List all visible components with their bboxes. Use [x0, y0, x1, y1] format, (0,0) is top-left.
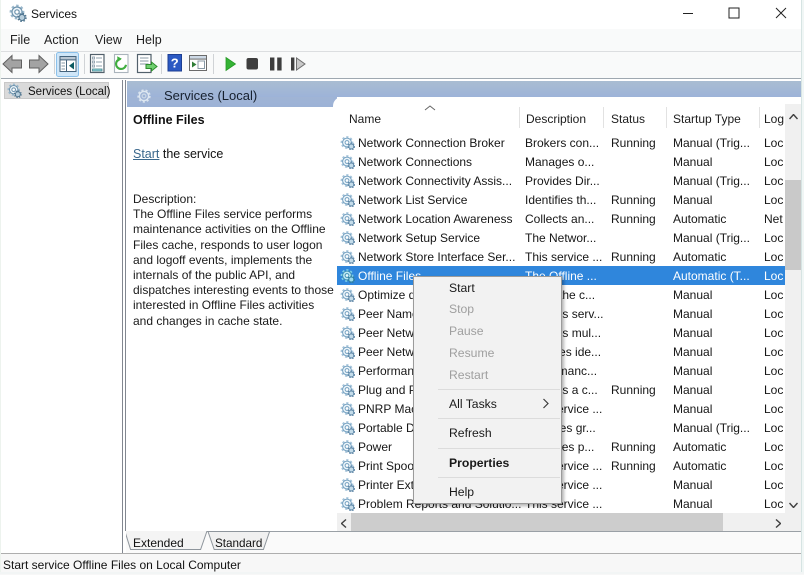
svg-text:?: ? [171, 55, 179, 70]
svg-text:Standard: Standard [215, 537, 262, 550]
svg-text:Extended: Extended [133, 536, 184, 550]
